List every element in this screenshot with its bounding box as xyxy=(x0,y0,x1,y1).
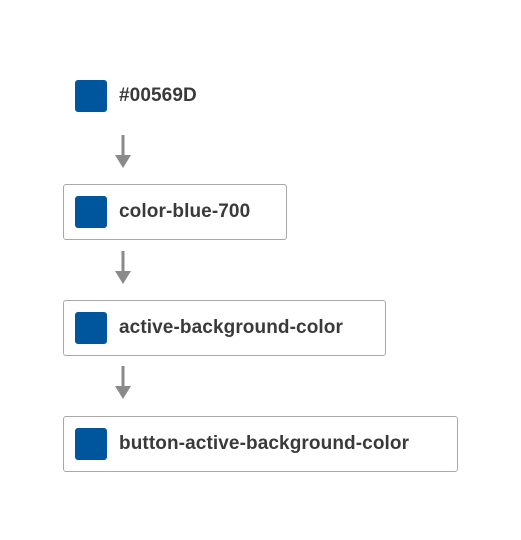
arrow-down-icon xyxy=(115,135,131,168)
token-alias-diagram: #00569D color-blue-700 active-background… xyxy=(0,0,521,540)
node-hex-value: #00569D xyxy=(64,68,304,124)
node-color-blue-700: color-blue-700 xyxy=(63,184,287,240)
color-swatch-icon xyxy=(75,428,107,460)
node-label: button-active-background-color xyxy=(119,433,410,454)
arrow-down-icon xyxy=(115,251,131,284)
arrow-down-icon xyxy=(115,366,131,399)
node-button-active-background-color: button-active-background-color xyxy=(63,416,458,472)
node-label: active-background-color xyxy=(119,317,344,338)
color-swatch-icon xyxy=(75,80,107,112)
node-label: #00569D xyxy=(119,85,197,106)
node-active-background-color: active-background-color xyxy=(63,300,386,356)
color-swatch-icon xyxy=(75,312,107,344)
color-swatch-icon xyxy=(75,196,107,228)
node-label: color-blue-700 xyxy=(119,201,251,222)
